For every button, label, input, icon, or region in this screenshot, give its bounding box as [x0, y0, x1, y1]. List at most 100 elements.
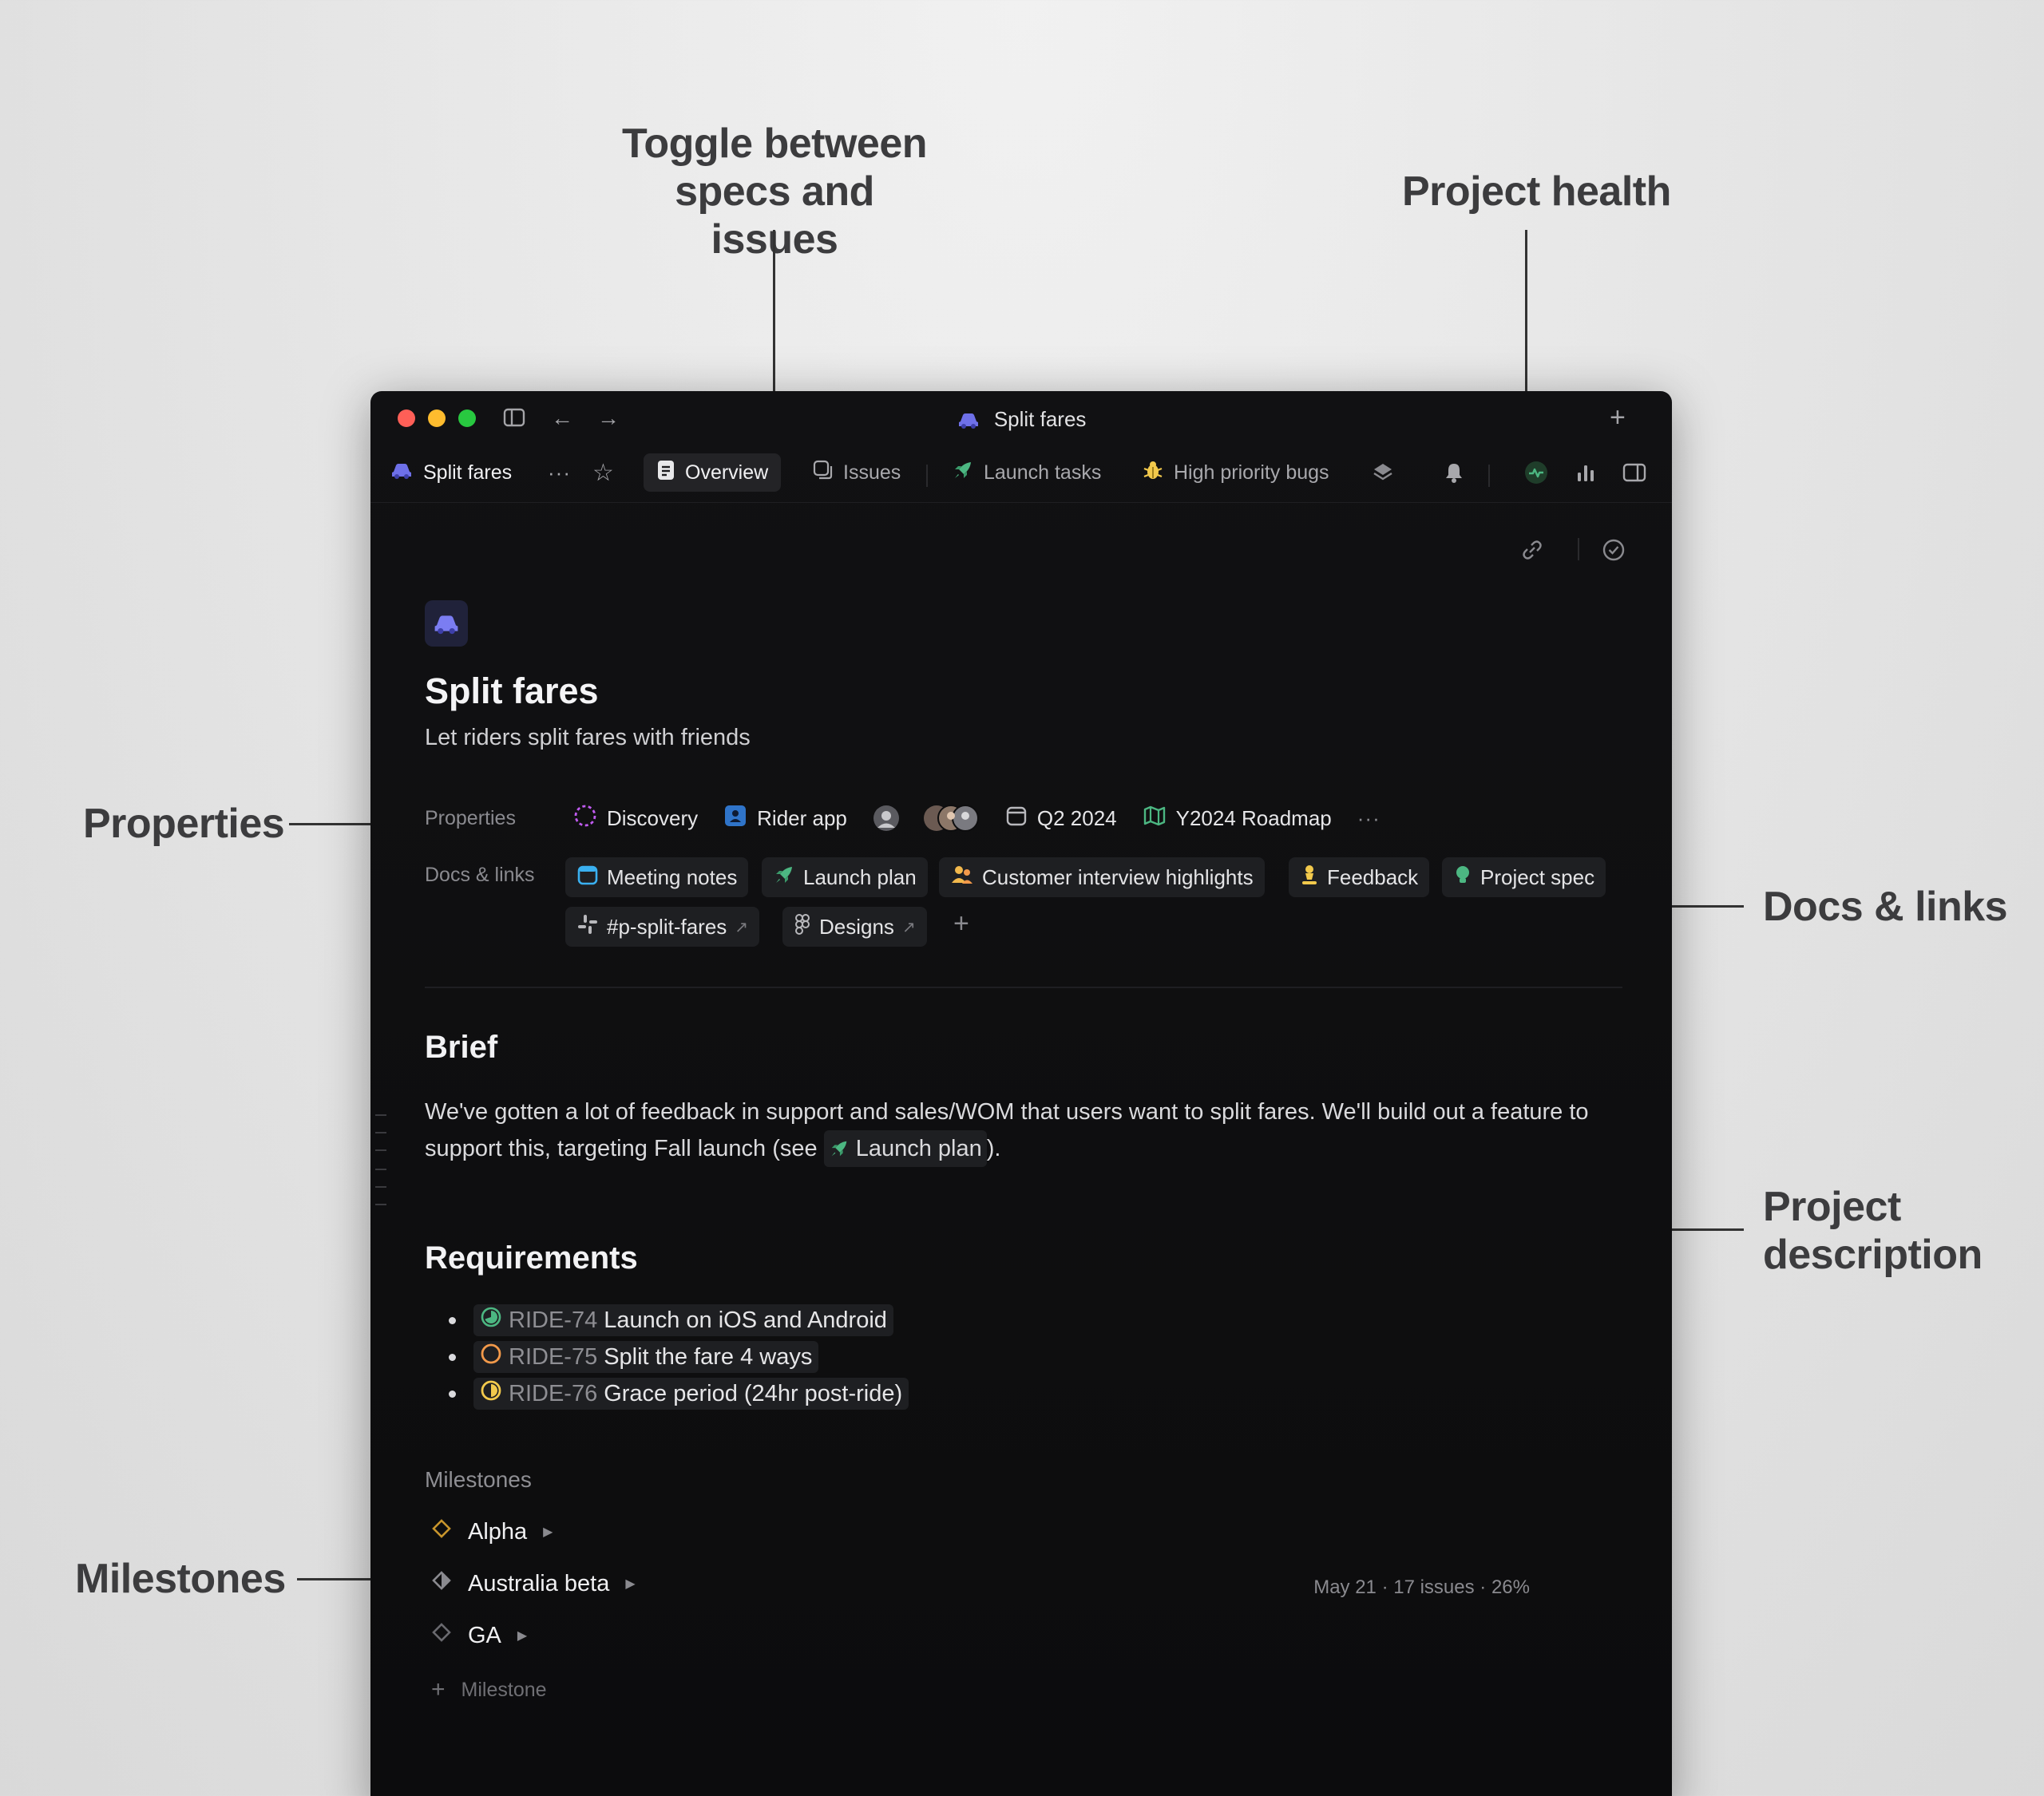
- tab-overview-label: Overview: [685, 461, 769, 484]
- new-tab-plus-icon[interactable]: +: [1610, 402, 1626, 433]
- bullet: [449, 1390, 456, 1398]
- bullet: [449, 1316, 456, 1324]
- tab-bar: Split fares ··· ☆ Overview Issues Launch…: [370, 445, 1672, 503]
- plus-icon: +: [431, 1676, 446, 1703]
- editor-gutter-mark: [375, 1114, 386, 1116]
- editor-gutter-mark: [375, 1204, 386, 1205]
- doc-chip-feedback[interactable]: Feedback: [1289, 857, 1430, 897]
- issue-chip[interactable]: RIDE-75 Split the fare 4 ways: [473, 1341, 819, 1373]
- project-summary[interactable]: Let riders split fares with friends: [425, 725, 751, 751]
- add-link-plus-icon[interactable]: +: [953, 908, 969, 940]
- more-properties-button[interactable]: ···: [1357, 806, 1380, 831]
- window-title-text: Split fares: [993, 407, 1087, 431]
- layers-icon[interactable]: [1359, 453, 1407, 492]
- expand-caret-icon[interactable]: ▶: [543, 1524, 553, 1540]
- tab-overview[interactable]: Overview: [644, 453, 782, 492]
- requirement-item[interactable]: RIDE-75 Split the fare 4 ways: [449, 1341, 819, 1373]
- roadmap-property[interactable]: Y2024 Roadmap: [1143, 805, 1332, 833]
- issue-title: Launch on iOS and Android: [604, 1307, 887, 1333]
- tab-launch-tasks[interactable]: Launch tasks: [939, 453, 1114, 492]
- figma-icon: [794, 913, 811, 941]
- issue-chip[interactable]: RIDE-76 Grace period (24hr post-ride): [473, 1378, 909, 1410]
- doc-chip-label: Meeting notes: [607, 864, 738, 889]
- chart-icon[interactable]: [1562, 453, 1610, 492]
- project-title[interactable]: Split fares: [425, 671, 599, 712]
- editor-gutter-mark: [375, 1186, 386, 1188]
- milestone-diamond-icon: [431, 1622, 452, 1649]
- in-progress-status-icon: [480, 1306, 502, 1335]
- status-property[interactable]: Discovery: [573, 804, 698, 833]
- external-link-icon: ↗: [901, 918, 916, 936]
- issue-chip[interactable]: RIDE-74 Launch on iOS and Android: [473, 1304, 893, 1336]
- action-separator: [1578, 538, 1579, 560]
- project-icon[interactable]: [425, 600, 468, 647]
- inline-doc-chip-launch-plan[interactable]: Launch plan: [823, 1130, 987, 1167]
- link-chip-figma[interactable]: Designs ↗: [782, 907, 927, 947]
- milestone-australia-beta[interactable]: Australia beta ▶: [431, 1570, 636, 1597]
- link-chip-label: #p-split-fares: [607, 914, 727, 939]
- bug-icon: [1142, 459, 1164, 487]
- tab-issues-label: Issues: [843, 461, 901, 484]
- rocket-icon: [773, 864, 795, 892]
- issues-icon: [813, 460, 834, 486]
- issue-id: RIDE-74: [509, 1307, 598, 1333]
- calendar-icon: [1005, 805, 1028, 833]
- expand-caret-icon[interactable]: ▶: [517, 1628, 527, 1644]
- properties-label: Properties: [425, 806, 516, 829]
- tab-high-priority-bugs[interactable]: High priority bugs: [1129, 453, 1342, 492]
- add-milestone-button[interactable]: + Milestone: [431, 1676, 547, 1703]
- team-property[interactable]: Rider app: [723, 804, 847, 833]
- rocket-icon: [952, 459, 974, 487]
- doc-chip-label: Feedback: [1327, 864, 1419, 889]
- brief-text-before: We've gotten a lot of feedback in suppor…: [425, 1099, 1589, 1161]
- todo-status-icon: [480, 1343, 502, 1371]
- bell-icon[interactable]: [1431, 453, 1477, 492]
- copy-link-icon[interactable]: [1520, 538, 1544, 566]
- doc-chip-meeting-notes[interactable]: Meeting notes: [565, 857, 749, 897]
- side-panel-icon[interactable]: [1610, 453, 1659, 492]
- doc-chip-customer-interview-highlights[interactable]: Customer interview highlights: [939, 857, 1265, 897]
- tab-high-priority-bugs-label: High priority bugs: [1174, 461, 1329, 484]
- doc-chip-label: Project spec: [1480, 864, 1595, 889]
- slack-icon: [576, 913, 599, 941]
- milestone-alpha[interactable]: Alpha ▶: [431, 1518, 553, 1545]
- favorite-star-icon[interactable]: ☆: [580, 453, 627, 492]
- project-breadcrumb[interactable]: Split fares: [377, 453, 525, 492]
- link-chip-slack[interactable]: #p-split-fares ↗: [565, 907, 760, 947]
- issue-title: Grace period (24hr post-ride): [604, 1380, 903, 1406]
- requirement-item[interactable]: RIDE-74 Launch on iOS and Android: [449, 1304, 893, 1336]
- target-date-property[interactable]: Q2 2024: [1005, 805, 1117, 833]
- issue-id: RIDE-75: [509, 1343, 598, 1370]
- roadmap-label: Y2024 Roadmap: [1175, 805, 1332, 830]
- members-avatars[interactable]: [922, 804, 980, 833]
- milestone-name: GA: [468, 1622, 501, 1648]
- calendar-icon: [576, 864, 599, 892]
- editor-gutter-mark: [375, 1149, 386, 1151]
- lead-avatar[interactable]: [873, 805, 900, 832]
- toolbar-separator: [1488, 465, 1490, 487]
- started-status-icon: [480, 1379, 502, 1408]
- requirement-item[interactable]: RIDE-76 Grace period (24hr post-ride): [449, 1378, 909, 1410]
- people-icon: [950, 864, 974, 892]
- discovery-status-icon: [573, 804, 597, 833]
- requirements-heading: Requirements: [425, 1240, 638, 1276]
- bullet: [449, 1353, 456, 1361]
- expand-caret-icon[interactable]: ▶: [625, 1576, 635, 1592]
- milestone-ga[interactable]: GA ▶: [431, 1622, 527, 1649]
- check-circle-icon[interactable]: [1602, 538, 1626, 566]
- brief-paragraph[interactable]: We've gotten a lot of feedback in suppor…: [425, 1094, 1606, 1167]
- milestone-meta: May 21 · 17 issues · 26%: [1313, 1576, 1530, 1598]
- tab-issues[interactable]: Issues: [800, 453, 913, 492]
- project-health-icon[interactable]: [1511, 453, 1562, 492]
- more-options-button[interactable]: ···: [535, 453, 584, 492]
- issue-id: RIDE-76: [509, 1380, 598, 1406]
- doc-chip-launch-plan[interactable]: Launch plan: [762, 857, 928, 897]
- annotation-properties: Properties: [83, 801, 285, 847]
- brief-heading: Brief: [425, 1030, 498, 1065]
- properties-row: Properties Discovery Rider app Q2 2024 Y…: [425, 802, 1406, 834]
- section-divider: [425, 987, 1622, 988]
- brief-text-after: ).: [986, 1136, 1001, 1161]
- map-icon: [1143, 805, 1167, 833]
- add-milestone-label: Milestone: [461, 1678, 547, 1701]
- doc-chip-project-spec[interactable]: Project spec: [1442, 857, 1606, 897]
